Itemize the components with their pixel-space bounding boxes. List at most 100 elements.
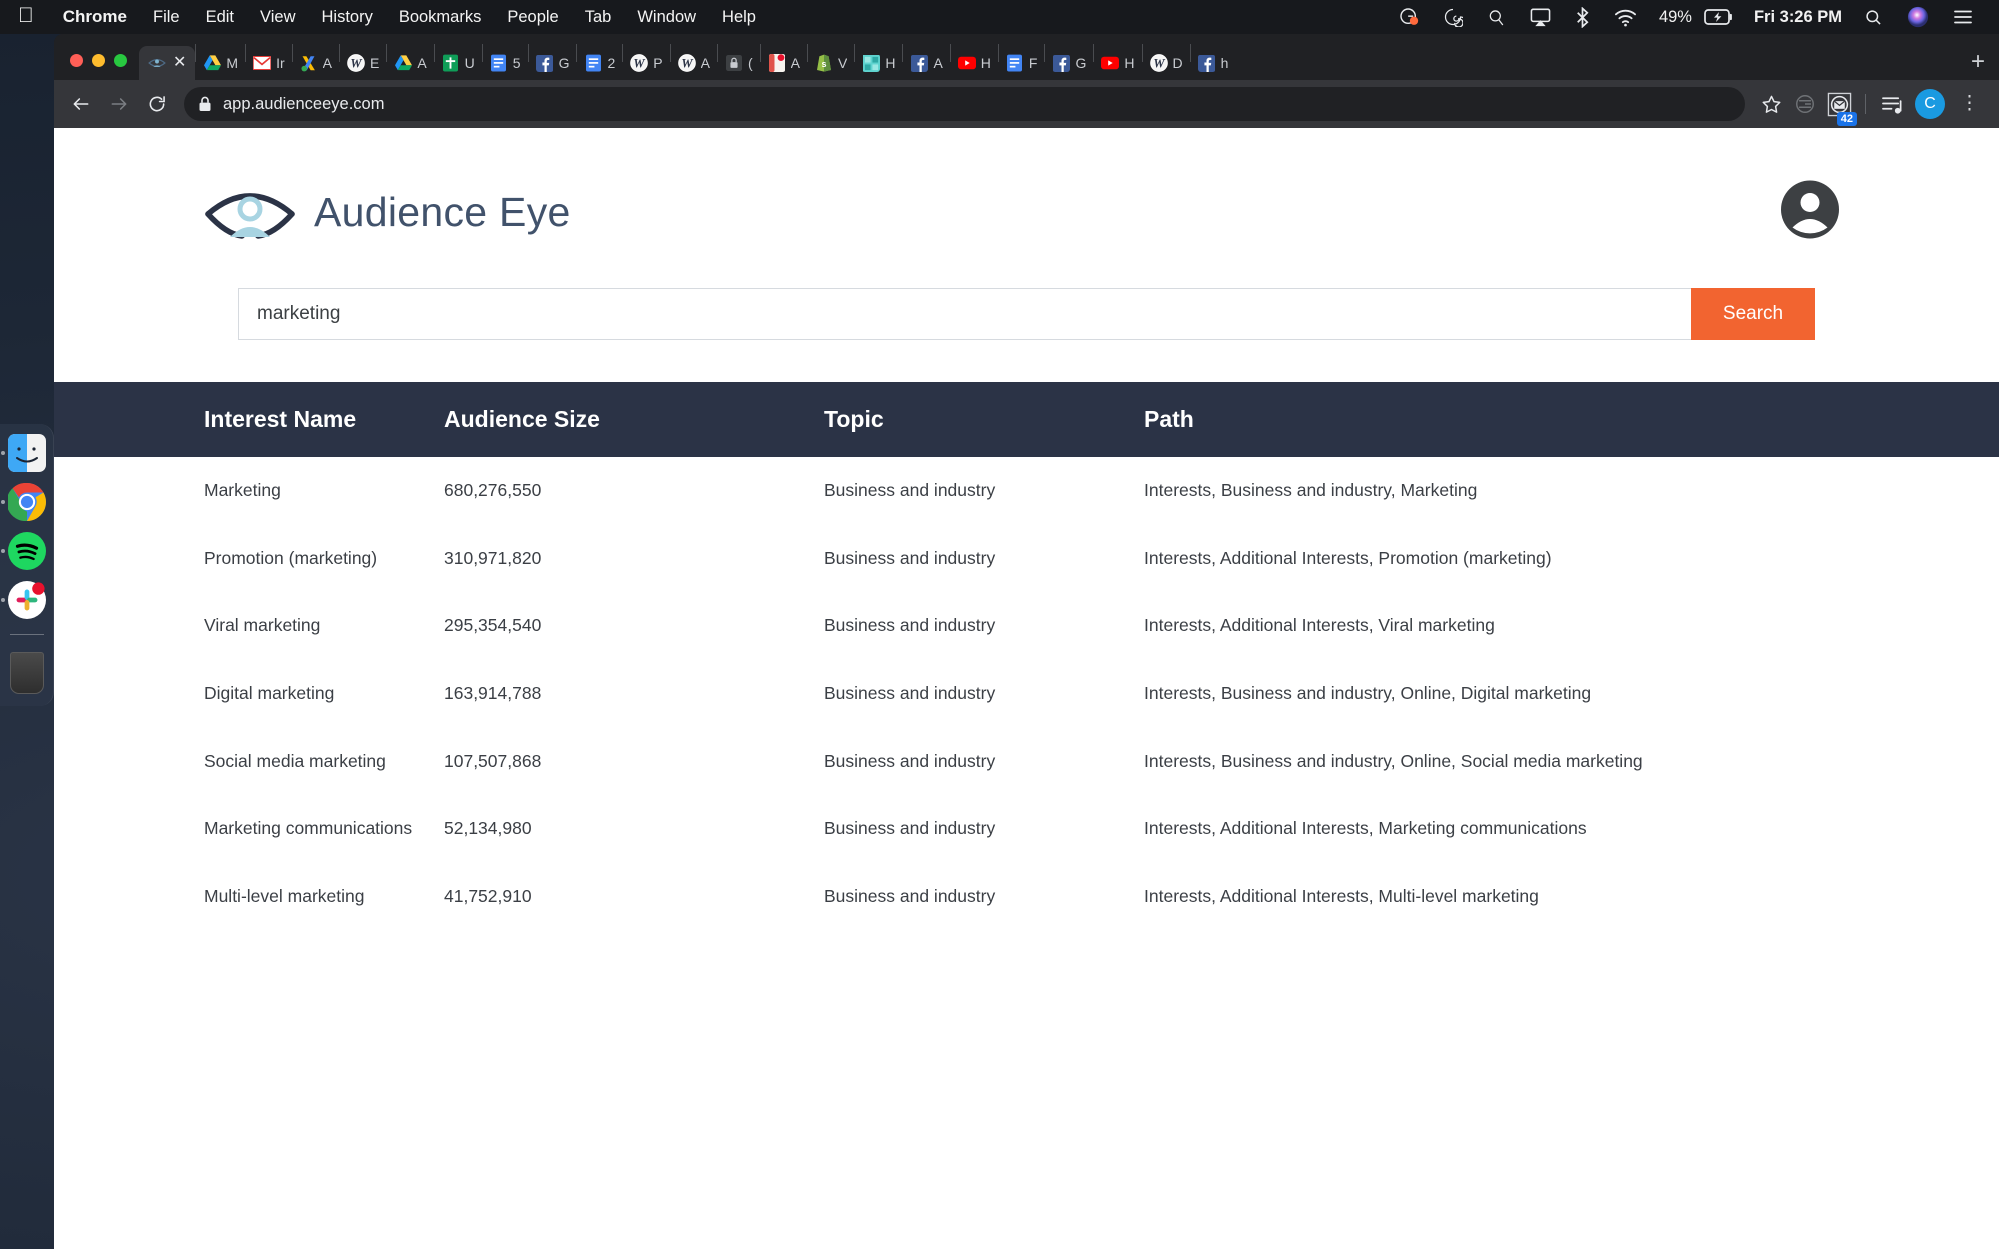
siri-icon[interactable] xyxy=(1895,0,1941,34)
grammarly-icon[interactable] xyxy=(1387,0,1431,34)
tab-20[interactable]: H xyxy=(1094,46,1141,80)
tab-16[interactable]: A xyxy=(903,46,949,80)
column-header-interest-name[interactable]: Interest Name xyxy=(54,382,434,457)
chrome-profile-button[interactable]: C xyxy=(1915,89,1945,119)
tab-8[interactable]: G xyxy=(529,46,577,80)
cell-interest-name: Marketing communications xyxy=(204,818,413,839)
dock-item-trash[interactable] xyxy=(9,652,44,694)
tab-17[interactable]: H xyxy=(951,46,998,80)
tab-6[interactable]: U xyxy=(435,46,482,80)
address-bar[interactable]: app.audienceeye.com xyxy=(184,87,1745,121)
menu-bookmarks[interactable]: Bookmarks xyxy=(386,8,495,27)
menu-edit[interactable]: Edit xyxy=(193,8,247,27)
table-row[interactable]: Marketing communications 52,134,980 Busine… xyxy=(54,795,1999,863)
cell-topic: Business and industry xyxy=(824,750,996,771)
tab-11[interactable]: WA xyxy=(671,46,717,80)
search-icon[interactable] xyxy=(1852,0,1895,34)
tab-3[interactable]: A xyxy=(293,46,339,80)
tab-9[interactable]: 2 xyxy=(577,46,622,80)
kebab-menu-icon[interactable]: ⋮ xyxy=(1952,94,1987,114)
apple-logo-icon[interactable]:  xyxy=(18,5,50,29)
mail-extension-icon[interactable]: 42 xyxy=(1823,87,1857,126)
tab-2[interactable]: Ir xyxy=(246,46,292,80)
tab-close-button[interactable]: ✕ xyxy=(173,55,186,71)
column-header-audience-size[interactable]: Audience Size xyxy=(434,382,814,457)
tab-13[interactable]: A xyxy=(761,46,807,80)
forward-arrow-icon[interactable] xyxy=(102,87,136,121)
bluetooth-icon[interactable] xyxy=(1563,0,1602,34)
dock-item-spotify[interactable] xyxy=(0,532,46,570)
menu-tab[interactable]: Tab xyxy=(572,8,625,27)
svg-text:W: W xyxy=(634,57,646,71)
facebook-icon xyxy=(910,54,928,72)
gads-icon xyxy=(300,54,318,72)
menu-history[interactable]: History xyxy=(308,8,385,27)
table-header-row: Interest Name Audience Size Topic Path xyxy=(54,382,1999,457)
tab-title: A xyxy=(700,55,710,71)
address-bar-url: app.audienceeye.com xyxy=(223,94,385,113)
tab-title: E xyxy=(369,55,380,71)
wifi-icon[interactable] xyxy=(1602,0,1649,34)
grammarly-extension-icon[interactable] xyxy=(1789,87,1821,121)
magnifier-icon[interactable] xyxy=(1475,0,1518,34)
airplay-icon[interactable] xyxy=(1518,0,1563,34)
back-arrow-icon[interactable] xyxy=(64,87,98,121)
cell-path: Interests, Additional Interests, Marketi… xyxy=(1144,818,1587,839)
dock-item-chrome[interactable] xyxy=(0,482,46,522)
tab-5[interactable]: A xyxy=(387,46,433,80)
cell-path: Interests, Additional Interests, Multi-l… xyxy=(1144,885,1539,906)
table-body: Marketing 680,276,550 Business and industr… xyxy=(54,457,1999,930)
tab-audience-eye[interactable]: ✕ xyxy=(139,46,196,80)
tab-15[interactable]: H xyxy=(855,46,902,80)
tab-1[interactable]: M xyxy=(196,46,245,80)
tab-18[interactable]: F xyxy=(999,46,1045,80)
new-tab-button[interactable]: + xyxy=(1959,50,1999,80)
battery-percentage: 49% xyxy=(1658,7,1692,26)
cell-interest-name: Multi-level marketing xyxy=(204,885,365,906)
menubar-clock[interactable]: Fri 3:26 PM xyxy=(1744,8,1852,27)
window-minimize-button[interactable] xyxy=(92,54,105,67)
tab-19[interactable]: G xyxy=(1045,46,1093,80)
reload-icon[interactable] xyxy=(140,87,174,121)
window-maximize-button[interactable] xyxy=(114,54,127,67)
dock-item-finder[interactable] xyxy=(0,434,46,472)
table-row[interactable]: Multi-level marketing 41,752,910 Business … xyxy=(54,863,1999,931)
window-close-button[interactable] xyxy=(70,54,83,67)
spiral-app-icon[interactable] xyxy=(1431,0,1475,34)
account-avatar-icon[interactable] xyxy=(1781,180,1839,244)
battery-charging-icon[interactable] xyxy=(1702,0,1744,34)
control-center-icon[interactable] xyxy=(1941,0,1985,34)
menu-view[interactable]: View xyxy=(247,8,308,27)
table-row[interactable]: Social media marketing 107,507,868 Busines… xyxy=(54,728,1999,796)
menu-window[interactable]: Window xyxy=(624,8,709,27)
menu-chrome[interactable]: Chrome xyxy=(50,7,140,27)
column-header-path[interactable]: Path xyxy=(1134,382,1999,457)
tab-12[interactable]: ( xyxy=(718,46,760,80)
menu-help[interactable]: Help xyxy=(709,8,769,27)
toolbar-actions: 42 C ⋮ xyxy=(1755,87,1989,126)
column-header-topic[interactable]: Topic xyxy=(814,382,1134,457)
dock-item-slack[interactable] xyxy=(0,581,46,619)
table-row[interactable]: Marketing 680,276,550 Business and industr… xyxy=(54,457,1999,525)
tab-22[interactable]: h xyxy=(1191,46,1236,80)
tab-7[interactable]: 5 xyxy=(483,46,528,80)
table-row[interactable]: Promotion (marketing) 310,971,820 Business… xyxy=(54,525,1999,593)
dock-running-indicator xyxy=(0,598,5,602)
wordpress-icon: W xyxy=(1149,54,1168,72)
tab-10[interactable]: WP xyxy=(623,46,669,80)
menu-people[interactable]: People xyxy=(494,8,571,27)
menu-file[interactable]: File xyxy=(140,8,193,27)
tab-4[interactable]: WE xyxy=(340,46,386,80)
star-icon[interactable] xyxy=(1755,87,1787,121)
table-row[interactable]: Viral marketing 295,354,540 Business and i… xyxy=(54,592,1999,660)
tab-21[interactable]: WD xyxy=(1143,46,1190,80)
chrome-browser-window: ✕ M Ir A W E A U 5 G 2 W P W A(As V H A H F G H W Dh + xyxy=(54,34,1999,1249)
svg-text:W: W xyxy=(1153,57,1165,71)
docs-icon xyxy=(584,54,602,72)
table-row[interactable]: Digital marketing 163,914,788 Business and… xyxy=(54,660,1999,728)
app-logo[interactable]: Audience Eye xyxy=(204,184,571,240)
tab-14[interactable]: sV xyxy=(808,46,854,80)
playlist-icon[interactable] xyxy=(1876,87,1908,121)
tab-title: 5 xyxy=(512,55,521,71)
cell-topic: Business and industry xyxy=(824,818,996,839)
